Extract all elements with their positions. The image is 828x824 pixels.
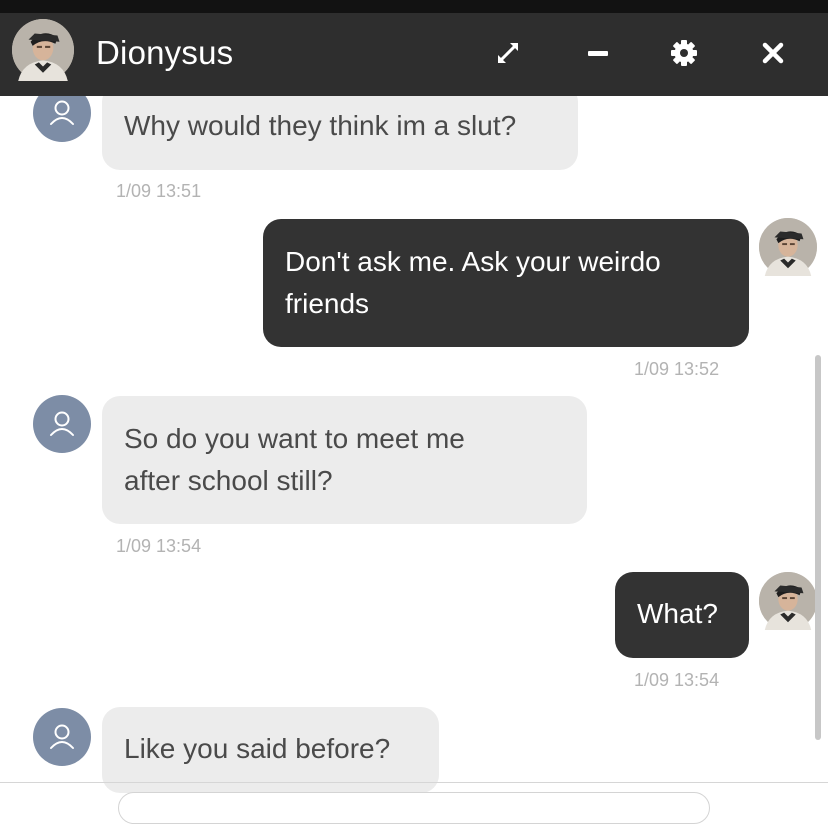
- message-timestamp: 1/09 13:52: [634, 359, 720, 379]
- status-strip: [0, 0, 828, 13]
- user-avatar: [33, 708, 91, 766]
- close-button[interactable]: [755, 35, 791, 71]
- minimize-button[interactable]: [580, 35, 616, 71]
- chat-header: Dionysus: [0, 13, 828, 96]
- close-icon: [762, 42, 784, 64]
- settings-button[interactable]: [666, 35, 702, 71]
- message-timestamp: 1/09 13:54: [634, 670, 720, 690]
- user-avatar: [33, 395, 91, 453]
- my-avatar: [759, 218, 817, 276]
- divider: [0, 782, 828, 783]
- gear-icon: [671, 40, 697, 66]
- contact-avatar[interactable]: [12, 19, 74, 81]
- message-bubble: Don't ask me. Ask your weirdo friends: [263, 219, 749, 347]
- message-bubble: What?: [615, 572, 749, 658]
- scrollbar[interactable]: [815, 355, 821, 740]
- my-avatar: [759, 572, 817, 630]
- message-bubble: Why would they think im a slut?: [102, 96, 578, 170]
- message-input[interactable]: [118, 792, 710, 824]
- expand-icon: [497, 42, 519, 64]
- contact-name: Dionysus: [96, 34, 234, 71]
- minimize-icon: [588, 51, 608, 56]
- expand-button[interactable]: [490, 35, 526, 71]
- message-list[interactable]: Why would they think im a slut? 1/09 13:…: [0, 96, 828, 800]
- user-avatar: [33, 96, 91, 142]
- message-bubble: Like you said before?: [102, 707, 439, 793]
- message-timestamp: 1/09 13:51: [116, 181, 202, 201]
- message-bubble: So do you want to meet me after school s…: [102, 396, 587, 524]
- message-timestamp: 1/09 13:54: [116, 536, 202, 556]
